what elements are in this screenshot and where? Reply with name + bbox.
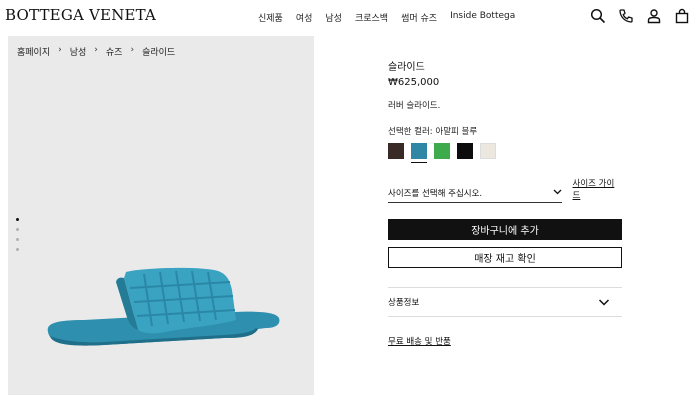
gallery-dot[interactable] <box>16 238 19 241</box>
gallery-dot-active[interactable] <box>16 218 19 221</box>
gallery-pagination <box>16 218 19 251</box>
phone-icon[interactable] <box>618 8 634 24</box>
breadcrumb-men[interactable]: 남성 <box>70 45 87 58</box>
selected-color-label: 선택한 컬러: 아말피 블루 <box>388 127 478 137</box>
chevron-down-icon <box>598 296 610 308</box>
nav-item-women[interactable]: 여성 <box>296 11 313 24</box>
swatch-amalfi-blue[interactable] <box>411 143 427 163</box>
bag-icon[interactable] <box>674 8 690 24</box>
size-select-placeholder: 사이즈를 선택해 주십시오. <box>388 189 483 199</box>
product-info-accordion[interactable]: 상품정보 <box>388 287 622 317</box>
swatch-brown[interactable] <box>388 143 404 159</box>
product-description: 러버 슬라이드. <box>388 101 441 111</box>
chevron-right-icon: › <box>130 45 135 55</box>
swatch-cream[interactable] <box>480 143 496 159</box>
product-gallery[interactable]: 홈페이지 › 남성 › 슈즈 › 슬라이드 <box>8 36 314 395</box>
chevron-right-icon: › <box>94 45 98 55</box>
size-guide-link[interactable]: 사이즈 가이드 <box>573 177 622 203</box>
breadcrumb: 홈페이지 › 남성 › 슈즈 › 슬라이드 <box>17 45 175 58</box>
breadcrumb-home[interactable]: 홈페이지 <box>17 45 50 58</box>
product-price: ₩625,000 <box>388 77 440 88</box>
nav-item-crossbody[interactable]: 크로스백 <box>355 11 388 24</box>
product-name: 슬라이드 <box>388 62 425 73</box>
swatch-black[interactable] <box>457 143 473 159</box>
size-select[interactable]: 사이즈를 선택해 주십시오. <box>388 187 562 203</box>
header-icons <box>590 8 690 24</box>
gallery-dot[interactable] <box>16 248 19 251</box>
color-swatches <box>388 143 622 163</box>
shipping-returns-link[interactable]: 무료 배송 및 반품 <box>388 335 451 347</box>
main-nav: 신제품 여성 남성 크로스백 썸머 슈즈 Inside Bottega <box>258 11 515 24</box>
breadcrumb-shoes[interactable]: 슈즈 <box>106 45 123 58</box>
gallery-dot[interactable] <box>16 228 19 231</box>
account-icon[interactable] <box>646 8 662 24</box>
site-header: BOTTEGA VENETA 신제품 여성 남성 크로스백 썸머 슈즈 Insi… <box>0 0 700 36</box>
product-details: 슬라이드 ₩625,000 러버 슬라이드. 선택한 컬러: 아말피 블루 사이… <box>388 58 622 348</box>
chevron-right-icon: › <box>58 45 62 55</box>
brand-logo[interactable]: BOTTEGA VENETA <box>5 6 156 24</box>
swatch-green[interactable] <box>434 143 450 159</box>
nav-item-inside-bottega[interactable]: Inside Bottega <box>450 11 515 24</box>
product-info-label: 상품정보 <box>388 298 420 308</box>
chevron-down-icon <box>553 188 562 198</box>
add-to-cart-button[interactable]: 장바구니에 추가 <box>388 219 622 240</box>
check-store-stock-button[interactable]: 매장 재고 확인 <box>388 247 622 268</box>
breadcrumb-current: 슬라이드 <box>142 48 176 58</box>
product-image <box>47 267 280 346</box>
nav-item-new[interactable]: 신제품 <box>258 11 283 24</box>
search-icon[interactable] <box>590 8 606 24</box>
nav-item-men[interactable]: 남성 <box>325 11 342 24</box>
size-row: 사이즈를 선택해 주십시오. 사이즈 가이드 <box>388 177 622 203</box>
nav-item-summer-shoes[interactable]: 썸머 슈즈 <box>401 11 437 24</box>
